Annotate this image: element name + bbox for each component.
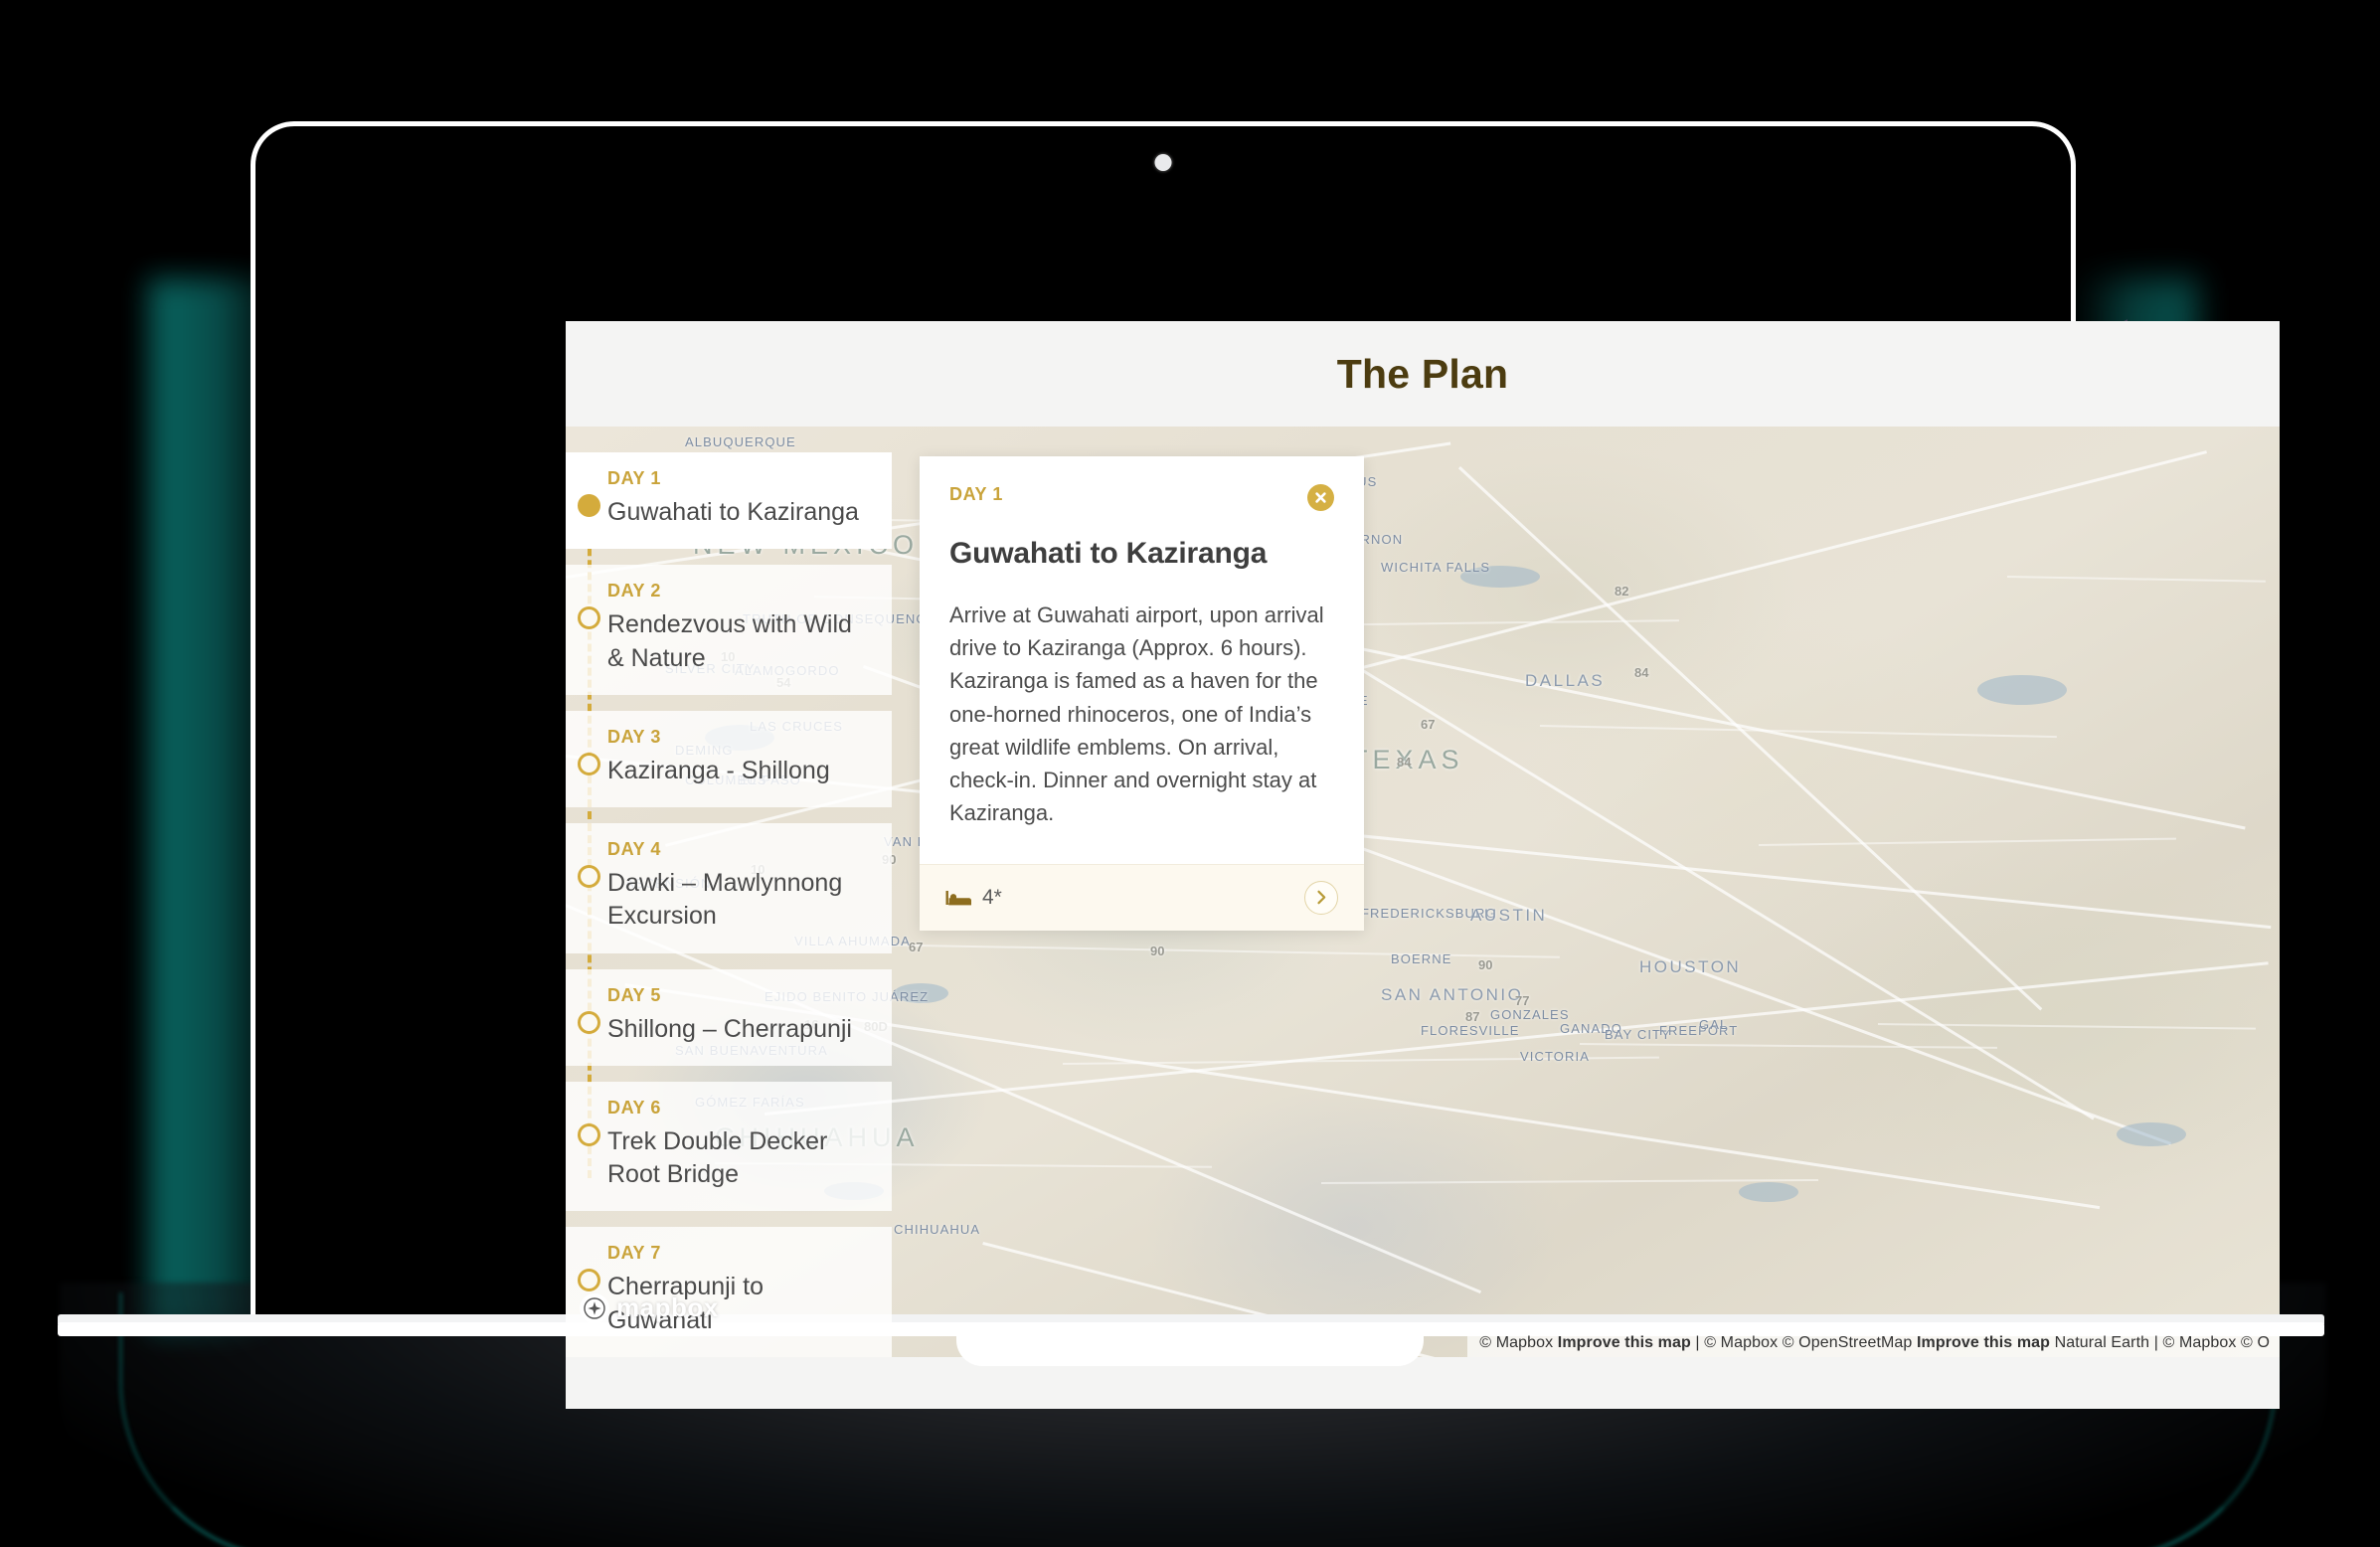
timeline-dot-icon [578, 752, 600, 775]
itinerary-day-title: Kaziranga - Shillong [607, 756, 830, 784]
screenshot-root: The Plan ALBUQUERQUENEW MEXICOTRUTH OR C… [0, 0, 2380, 1547]
itinerary-day-title: Guwahati to Kaziranga [607, 498, 859, 526]
itinerary-day-title: Dawki – Mawlynnong Excursion [607, 869, 843, 931]
chevron-right-icon [1316, 890, 1325, 905]
mapbox-mark-icon [580, 1292, 609, 1323]
hotel-rating-value: 4* [982, 885, 1002, 909]
map-road-minor [1759, 837, 2176, 846]
laptop-frame: The Plan ALBUQUERQUENEW MEXICOTRUTH OR C… [251, 121, 2280, 1409]
timeline-dot-icon [578, 865, 600, 888]
map-road [1457, 466, 2043, 1011]
itinerary-day-list: DAY 1 Guwahati to Kaziranga DAY 2 Rendezvou… [566, 452, 892, 1357]
itinerary-day-item[interactable]: DAY 3 Kaziranga - Shillong [566, 710, 892, 807]
day-detail-footer: 4* [920, 863, 1364, 931]
day-detail-body: DAY 1 Guwahati to Kaziranga Arrive at Gu… [920, 456, 1364, 864]
map-place-label: AUSTIN [1470, 906, 1548, 925]
map-route-number: 82 [1615, 584, 1629, 599]
itinerary-day-label: DAY 1 [607, 468, 662, 488]
map-place-label: DALLAS [1525, 671, 1606, 690]
map-place-label: FLORESVILLE [1421, 1023, 1520, 1038]
map-route-number: 84 [1634, 665, 1649, 680]
day-detail-card: DAY 1 Guwahati to Kaziranga Arrive at Gu… [920, 456, 1364, 931]
map-route-number: 90 [1150, 944, 1165, 958]
day-detail-title: Guwahati to Kaziranga [949, 537, 1268, 570]
itinerary-timeline: DAY 1 Guwahati to Kaziranga DAY 2 Rendezvou… [566, 427, 892, 1357]
map-road-minor [1877, 1023, 2256, 1030]
day-detail-day-label: DAY 1 [949, 484, 1004, 504]
attrib-sep1: | © Mapbox © OpenStreetMap [1690, 1334, 1917, 1351]
map-road-minor [2006, 576, 2266, 583]
map-route-number: 87 [1465, 1009, 1480, 1024]
timeline-dot-icon [578, 1010, 600, 1034]
screen-bottom-bar [566, 1357, 2280, 1409]
itinerary-day-item[interactable]: DAY 4 Dawki – Mawlynnong Excursion [566, 823, 892, 953]
map-place-label: WICHITA FALLS [1381, 560, 1491, 575]
bed-icon [945, 889, 971, 907]
map-water [1977, 675, 2067, 705]
map-route-number: 77 [1515, 993, 1530, 1008]
map-route-number: 84 [1397, 755, 1412, 770]
itinerary-day-title: Shillong – Cherrapunji [607, 1014, 852, 1043]
close-circle-icon[interactable] [1307, 484, 1334, 511]
itinerary-day-title: Trek Double Decker Root Bridge [607, 1126, 828, 1188]
map-place-label: VICTORIA [1520, 1049, 1590, 1064]
map-place-label: HOUSTON [1639, 957, 1742, 976]
map-route-number: 90 [1478, 957, 1493, 972]
itinerary-day-title: Rendezvous with Wild & Nature [607, 610, 852, 672]
map-attribution[interactable]: © Mapbox Improve this map | © Mapbox © O… [1467, 1330, 2280, 1357]
mapbox-logo[interactable]: mapbox [580, 1292, 719, 1323]
day-detail-description: Arrive at Guwahati airport, upon arrival… [949, 602, 1324, 826]
webcam-icon [1154, 154, 1172, 171]
timeline-dot-icon [578, 1269, 600, 1292]
itinerary-day-item[interactable]: DAY 5 Shillong – Cherrapunji [566, 968, 892, 1066]
map-road-minor [863, 944, 1560, 958]
itinerary-day-item[interactable]: DAY 6 Trek Double Decker Root Bridge [566, 1081, 892, 1212]
itinerary-day-label: DAY 2 [607, 581, 662, 602]
laptop-notch [956, 1326, 1424, 1366]
itinerary-day-label: DAY 3 [607, 726, 662, 747]
attrib-improve-link-2[interactable]: Improve this map [1917, 1334, 2050, 1351]
browser-screen: The Plan ALBUQUERQUENEW MEXICOTRUTH OR C… [566, 321, 2280, 1409]
map-container[interactable]: ALBUQUERQUENEW MEXICOTRUTH OR CONSEQUENC… [566, 427, 2280, 1357]
map-water [1739, 1182, 1798, 1202]
map-route-number: 67 [1421, 717, 1436, 732]
app-header: The Plan [566, 321, 2280, 427]
timeline-dot-icon [578, 606, 600, 630]
map-road-minor [1321, 1178, 1819, 1184]
itinerary-day-label: DAY 6 [607, 1097, 662, 1117]
map-place-label: BOERNE [1391, 951, 1452, 966]
itinerary-day-item[interactable]: DAY 1 Guwahati to Kaziranga [566, 452, 892, 550]
itinerary-day-label: DAY 7 [607, 1243, 662, 1264]
map-route-number: 67 [909, 940, 924, 954]
attrib-part2: Natural Earth | © Mapbox © O [2050, 1334, 2270, 1351]
day-detail-header: DAY 1 [949, 484, 1334, 511]
map-water [2117, 1122, 2186, 1146]
next-day-button[interactable] [1304, 880, 1338, 915]
map-road-minor [1579, 1043, 1997, 1049]
map-place-label: GONZALES [1490, 1007, 1570, 1022]
hotel-rating: 4* [945, 886, 1002, 910]
map-place-label: CHIHUAHUA [894, 1222, 981, 1237]
itinerary-day-item[interactable]: DAY 2 Rendezvous with Wild & Nature [566, 565, 892, 695]
mapbox-logo-text: mapbox [616, 1292, 719, 1322]
map-place-label: SAN ANTONIO [1381, 985, 1524, 1004]
attrib-part1: © Mapbox [1479, 1334, 1558, 1351]
timeline-dot-icon [578, 1122, 600, 1146]
itinerary-day-label: DAY 5 [607, 984, 662, 1005]
attrib-improve-link-1[interactable]: Improve this map [1558, 1334, 1691, 1351]
map-place-label: GAL [1699, 1017, 1729, 1032]
itinerary-day-label: DAY 4 [607, 839, 662, 859]
page-title: The Plan [1336, 350, 1509, 397]
timeline-dashed-line [588, 452, 592, 1178]
timeline-dot-icon [578, 494, 600, 517]
